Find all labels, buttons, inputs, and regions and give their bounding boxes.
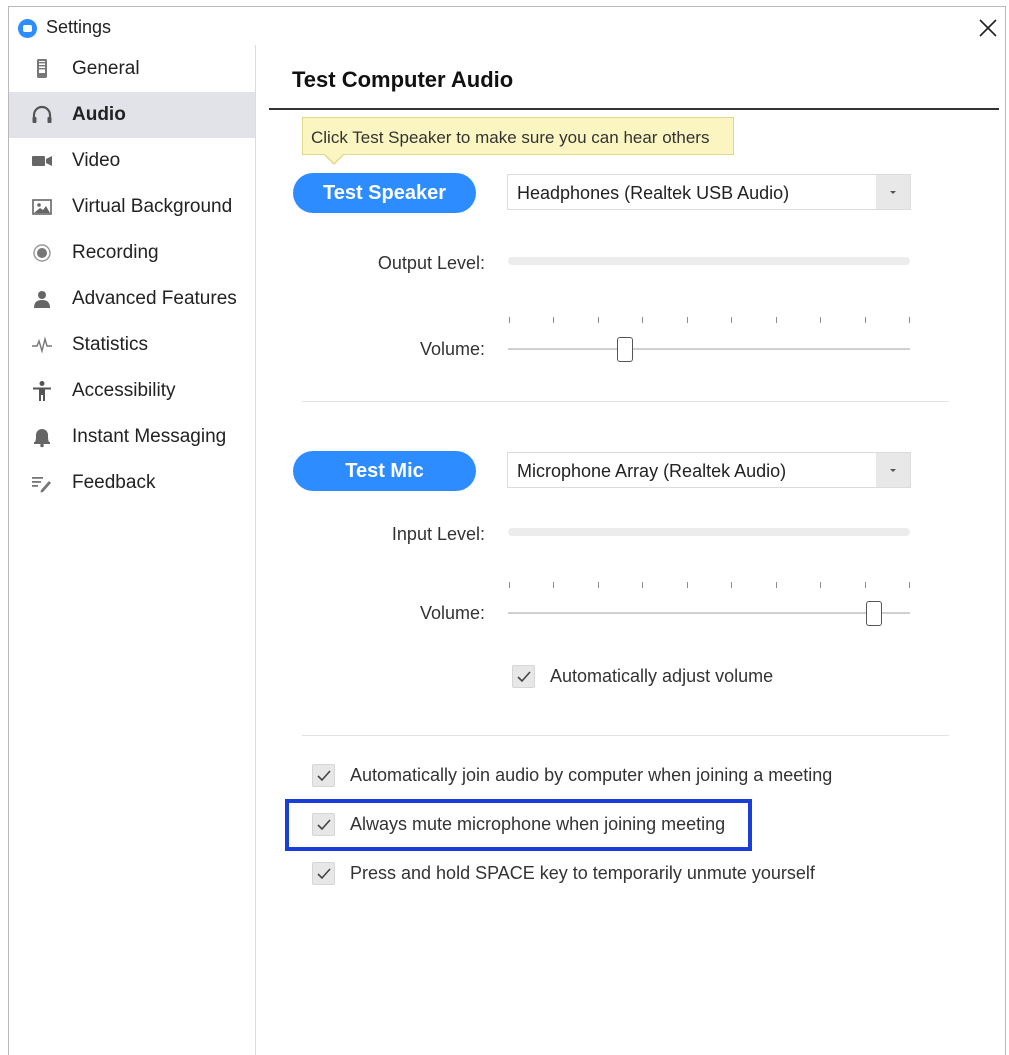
- speaker-device-value: Headphones (Realtek USB Audio): [517, 183, 790, 203]
- sidebar-item-recording[interactable]: Recording: [9, 230, 255, 276]
- sidebar-item-feedback[interactable]: Feedback: [9, 460, 255, 506]
- slider-tick: [776, 317, 777, 323]
- mic-volume-slider[interactable]: [508, 612, 910, 614]
- sidebar-item-virtual-background[interactable]: Virtual Background: [9, 184, 255, 230]
- sidebar-item-label: Video: [72, 150, 121, 171]
- mic-volume-thumb[interactable]: [866, 601, 882, 626]
- slider-tick: [820, 582, 821, 588]
- auto-adjust-volume-label: Automatically adjust volume: [550, 666, 774, 686]
- slider-tick: [642, 317, 643, 323]
- slider-tick: [820, 317, 821, 323]
- speaker-device-select[interactable]: Headphones (Realtek USB Audio): [507, 174, 911, 210]
- sidebar-item-general[interactable]: General: [9, 46, 255, 92]
- slider-tick: [731, 317, 732, 323]
- slider-tick: [553, 317, 554, 323]
- output-level-meter: [508, 257, 910, 265]
- section-divider: [302, 401, 949, 402]
- mic-volume-label: Volume:: [419, 603, 485, 623]
- test-speaker-tooltip: Click Test Speaker to make sure you can …: [302, 117, 734, 155]
- sidebar-item-label: Statistics: [72, 334, 149, 355]
- sidebar-item-label: Virtual Background: [72, 196, 233, 217]
- close-button[interactable]: [973, 13, 1003, 43]
- slider-tick: [865, 582, 866, 588]
- auto-adjust-volume-checkbox[interactable]: [512, 665, 535, 688]
- speaker-volume-thumb[interactable]: [617, 337, 633, 362]
- sidebar-item-label: Audio: [72, 104, 126, 125]
- test-mic-button[interactable]: Test Mic: [293, 451, 476, 491]
- space-unmute-checkbox[interactable]: [312, 862, 335, 885]
- close-icon: [979, 19, 997, 37]
- sidebar-item-label: Recording: [72, 242, 159, 263]
- bell-icon: [34, 429, 50, 448]
- test-speaker-button[interactable]: Test Speaker: [293, 173, 476, 213]
- checkmark-icon: [317, 868, 331, 880]
- checkmark-icon: [517, 671, 531, 683]
- mic-volume-ticks: [509, 582, 911, 588]
- video-camera-icon: [32, 156, 52, 166]
- title-bar: Settings: [9, 7, 1005, 43]
- accessibility-icon: [33, 381, 51, 401]
- chevron-down-icon[interactable]: [876, 453, 910, 487]
- sidebar-item-label: Feedback: [72, 472, 156, 493]
- space-unmute-label: Press and hold SPACE key to temporarily …: [350, 863, 815, 883]
- chevron-down-icon[interactable]: [876, 175, 910, 209]
- slider-tick: [598, 317, 599, 323]
- section-divider: [302, 735, 949, 736]
- auto-join-audio-checkbox[interactable]: [312, 764, 335, 787]
- record-icon: [33, 244, 51, 262]
- sidebar-item-instant-messaging[interactable]: Instant Messaging: [9, 414, 255, 460]
- zoom-logo-icon: [18, 19, 37, 38]
- speaker-volume-slider[interactable]: [508, 348, 910, 350]
- feedback-icon: [32, 477, 51, 493]
- slider-tick: [865, 317, 866, 323]
- input-level-meter: [508, 528, 910, 536]
- audio-settings-panel: Test Computer Audio Click Test Speaker t…: [257, 45, 1005, 1055]
- slider-tick: [776, 582, 777, 588]
- settings-window: Settings General Audio Video Virtual Bac…: [8, 6, 1006, 1055]
- highlight-annotation-box: [285, 799, 752, 851]
- sidebar: General Audio Video Virtual Background R…: [9, 45, 256, 1055]
- sidebar-item-label: General: [72, 58, 140, 79]
- slider-tick: [731, 582, 732, 588]
- slider-tick: [909, 317, 910, 323]
- slider-tick: [509, 317, 510, 323]
- pulse-icon: [32, 336, 52, 354]
- slider-tick: [687, 582, 688, 588]
- phone-icon: [37, 59, 47, 78]
- slider-tick: [642, 582, 643, 588]
- sidebar-item-accessibility[interactable]: Accessibility: [9, 368, 255, 414]
- sidebar-item-label: Advanced Features: [72, 288, 237, 309]
- headphones-icon: [32, 105, 52, 123]
- sidebar-item-label: Instant Messaging: [72, 426, 227, 447]
- sidebar-item-video[interactable]: Video: [9, 138, 255, 184]
- slider-tick: [687, 317, 688, 323]
- person-icon: [34, 291, 50, 308]
- window-title: Settings: [46, 17, 112, 37]
- slider-tick: [598, 582, 599, 588]
- mic-device-select[interactable]: Microphone Array (Realtek Audio): [507, 452, 911, 488]
- slider-tick: [509, 582, 510, 588]
- sidebar-item-label: Accessibility: [72, 380, 176, 401]
- title-divider: [269, 108, 999, 110]
- tooltip-pointer: [323, 153, 345, 165]
- speaker-volume-ticks: [509, 317, 911, 323]
- output-level-label: Output Level:: [377, 253, 485, 273]
- speaker-volume-label: Volume:: [419, 339, 485, 359]
- sidebar-item-audio[interactable]: Audio: [9, 92, 255, 138]
- auto-join-audio-label: Automatically join audio by computer whe…: [350, 765, 833, 785]
- slider-tick: [909, 582, 910, 588]
- slider-tick: [553, 582, 554, 588]
- page-title: Test Computer Audio: [292, 67, 514, 92]
- mic-device-value: Microphone Array (Realtek Audio): [517, 461, 787, 481]
- checkmark-icon: [317, 770, 331, 782]
- input-level-label: Input Level:: [391, 524, 485, 544]
- sidebar-item-advanced-features[interactable]: Advanced Features: [9, 276, 255, 322]
- picture-icon: [32, 199, 52, 215]
- sidebar-item-statistics[interactable]: Statistics: [9, 322, 255, 368]
